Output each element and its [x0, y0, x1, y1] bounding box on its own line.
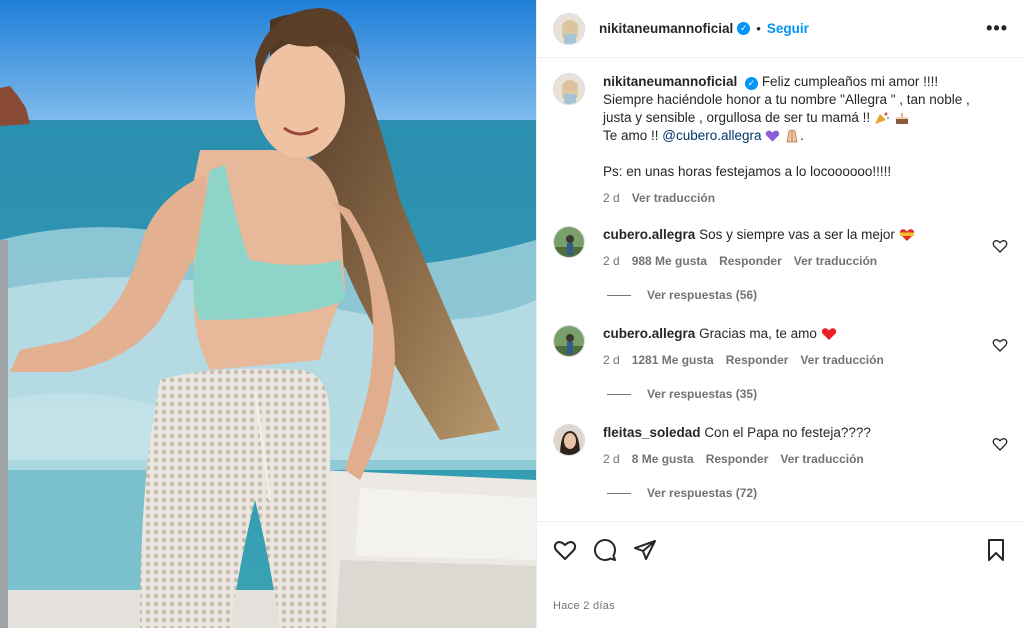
view-replies-button[interactable]: Ver respuestas (56) — [607, 288, 757, 302]
caption-username[interactable]: nikitaneumannoficial — [603, 74, 737, 89]
cake-icon — [895, 113, 908, 125]
spain-heart-icon — [899, 229, 914, 242]
translate-link[interactable]: Ver traducción — [800, 351, 883, 369]
hands-together-icon — [786, 130, 798, 143]
caption-line-4: Te amo !! — [603, 128, 663, 143]
comment-like-heart-icon[interactable] — [992, 436, 1008, 452]
view-replies-button[interactable]: Ver respuestas (72) — [607, 486, 757, 500]
replies-divider — [607, 294, 631, 296]
view-replies-label: Ver respuestas (35) — [647, 387, 758, 401]
comment-likes-count[interactable]: 988 Me gusta — [632, 252, 707, 270]
comment-text: Sos y siempre vas a ser la mejor — [699, 227, 895, 242]
comment-likes-count[interactable]: 8 Me gusta — [632, 450, 694, 468]
comment-avatar-image — [554, 227, 584, 257]
post-photo[interactable] — [0, 0, 536, 628]
comment-avatar[interactable] — [553, 226, 585, 258]
comment-avatar-image — [554, 326, 584, 356]
comment-avatar-image — [554, 425, 584, 455]
comment-avatar[interactable] — [553, 424, 585, 456]
avatar-image — [554, 13, 584, 44]
verified-badge-icon: ✓ — [737, 22, 751, 35]
party-popper-icon — [874, 112, 889, 125]
separator-dot: • — [756, 21, 761, 36]
comment-like-heart-icon[interactable] — [992, 238, 1008, 254]
comment-bubble-icon[interactable] — [593, 538, 617, 562]
comment-meta: 2 d 1281 Me gusta Responder Ver traducci… — [603, 351, 992, 369]
translate-link[interactable]: Ver traducción — [780, 450, 863, 468]
comment-item: cubero.allegra Sos y siempre vas a ser l… — [553, 226, 1008, 270]
instagram-post: nikitaneumannoficial ✓ • Seguir ••• niki… — [0, 0, 1024, 628]
view-replies-label: Ver respuestas (56) — [647, 288, 758, 302]
caption-line-5: Ps: en unas horas festejamos a lo locooo… — [603, 164, 892, 179]
verified-badge-icon: ✓ — [745, 76, 759, 90]
caption-age: 2 d — [603, 191, 620, 205]
comment-username[interactable]: cubero.allegra — [603, 326, 695, 341]
caption-avatar-image — [554, 74, 584, 104]
purple-heart-icon — [766, 131, 780, 143]
post-author-username[interactable]: nikitaneumannoficial — [599, 21, 733, 36]
reply-button[interactable]: Responder — [719, 252, 782, 270]
avatar[interactable] — [553, 12, 585, 45]
comment-username[interactable]: fleitas_soledad — [603, 425, 701, 440]
comment-meta: 2 d 988 Me gusta Responder Ver traducció… — [603, 252, 992, 270]
post-details-panel: nikitaneumannoficial ✓ • Seguir ••• niki… — [536, 0, 1024, 628]
action-bar — [537, 521, 1024, 577]
comment-like-heart-icon[interactable] — [992, 337, 1008, 353]
post-timestamp[interactable]: Hace 2 días — [553, 600, 615, 612]
caption-line-3: justa y sensible , orgullosa de ser tu m… — [603, 110, 871, 125]
follow-button[interactable]: Seguir — [767, 21, 809, 36]
comment-item: fleitas_soledad Con el Papa no festeja??… — [553, 424, 1008, 468]
heart-icon[interactable] — [553, 538, 577, 562]
comments-section[interactable]: nikitaneumannoficial ✓ Feliz cumpleaños … — [537, 59, 1024, 521]
comment-age: 2 d — [603, 353, 620, 367]
translate-link[interactable]: Ver traducción — [794, 252, 877, 270]
comment-likes-count[interactable]: 1281 Me gusta — [632, 351, 714, 369]
reply-button[interactable]: Responder — [706, 450, 769, 468]
caption-avatar[interactable] — [553, 73, 585, 105]
bookmark-icon[interactable] — [984, 538, 1008, 562]
paper-plane-icon[interactable] — [633, 538, 657, 562]
comment-age: 2 d — [603, 254, 620, 268]
comment-meta: 2 d 8 Me gusta Responder Ver traducción — [603, 450, 992, 468]
comment-avatar[interactable] — [553, 325, 585, 357]
red-heart-icon — [821, 328, 836, 341]
photo-canvas — [0, 0, 536, 628]
comment-item: cubero.allegra Gracias ma, te amo 2 d 12… — [553, 325, 1008, 369]
caption-meta: 2 d Ver traducción — [603, 189, 970, 207]
caption: nikitaneumannoficial ✓ Feliz cumpleaños … — [553, 73, 1008, 207]
post-header: nikitaneumannoficial ✓ • Seguir ••• — [537, 0, 1024, 58]
comment-age: 2 d — [603, 452, 620, 466]
view-replies-label: Ver respuestas (72) — [647, 486, 758, 500]
comment-text: Gracias ma, te amo — [699, 326, 817, 341]
comment-text: Con el Papa no festeja???? — [704, 425, 871, 440]
replies-divider — [607, 393, 631, 395]
caption-mention[interactable]: @cubero.allegra — [662, 128, 761, 143]
comment-username[interactable]: cubero.allegra — [603, 227, 695, 242]
ellipsis-icon[interactable]: ••• — [986, 18, 1008, 39]
comment-body: cubero.allegra Sos y siempre vas a ser l… — [603, 226, 992, 270]
caption-line-1: Feliz cumpleaños mi amor !!!! — [761, 74, 939, 89]
caption-line-2: Siempre haciéndole honor a tu nombre "Al… — [603, 92, 970, 107]
comment-body: fleitas_soledad Con el Papa no festeja??… — [603, 424, 992, 468]
comment-body: cubero.allegra Gracias ma, te amo 2 d 12… — [603, 325, 992, 369]
replies-divider — [607, 492, 631, 494]
view-replies-button[interactable]: Ver respuestas (35) — [607, 387, 757, 401]
caption-translate-link[interactable]: Ver traducción — [632, 189, 715, 207]
reply-button[interactable]: Responder — [726, 351, 789, 369]
caption-body: nikitaneumannoficial ✓ Feliz cumpleaños … — [603, 74, 970, 207]
